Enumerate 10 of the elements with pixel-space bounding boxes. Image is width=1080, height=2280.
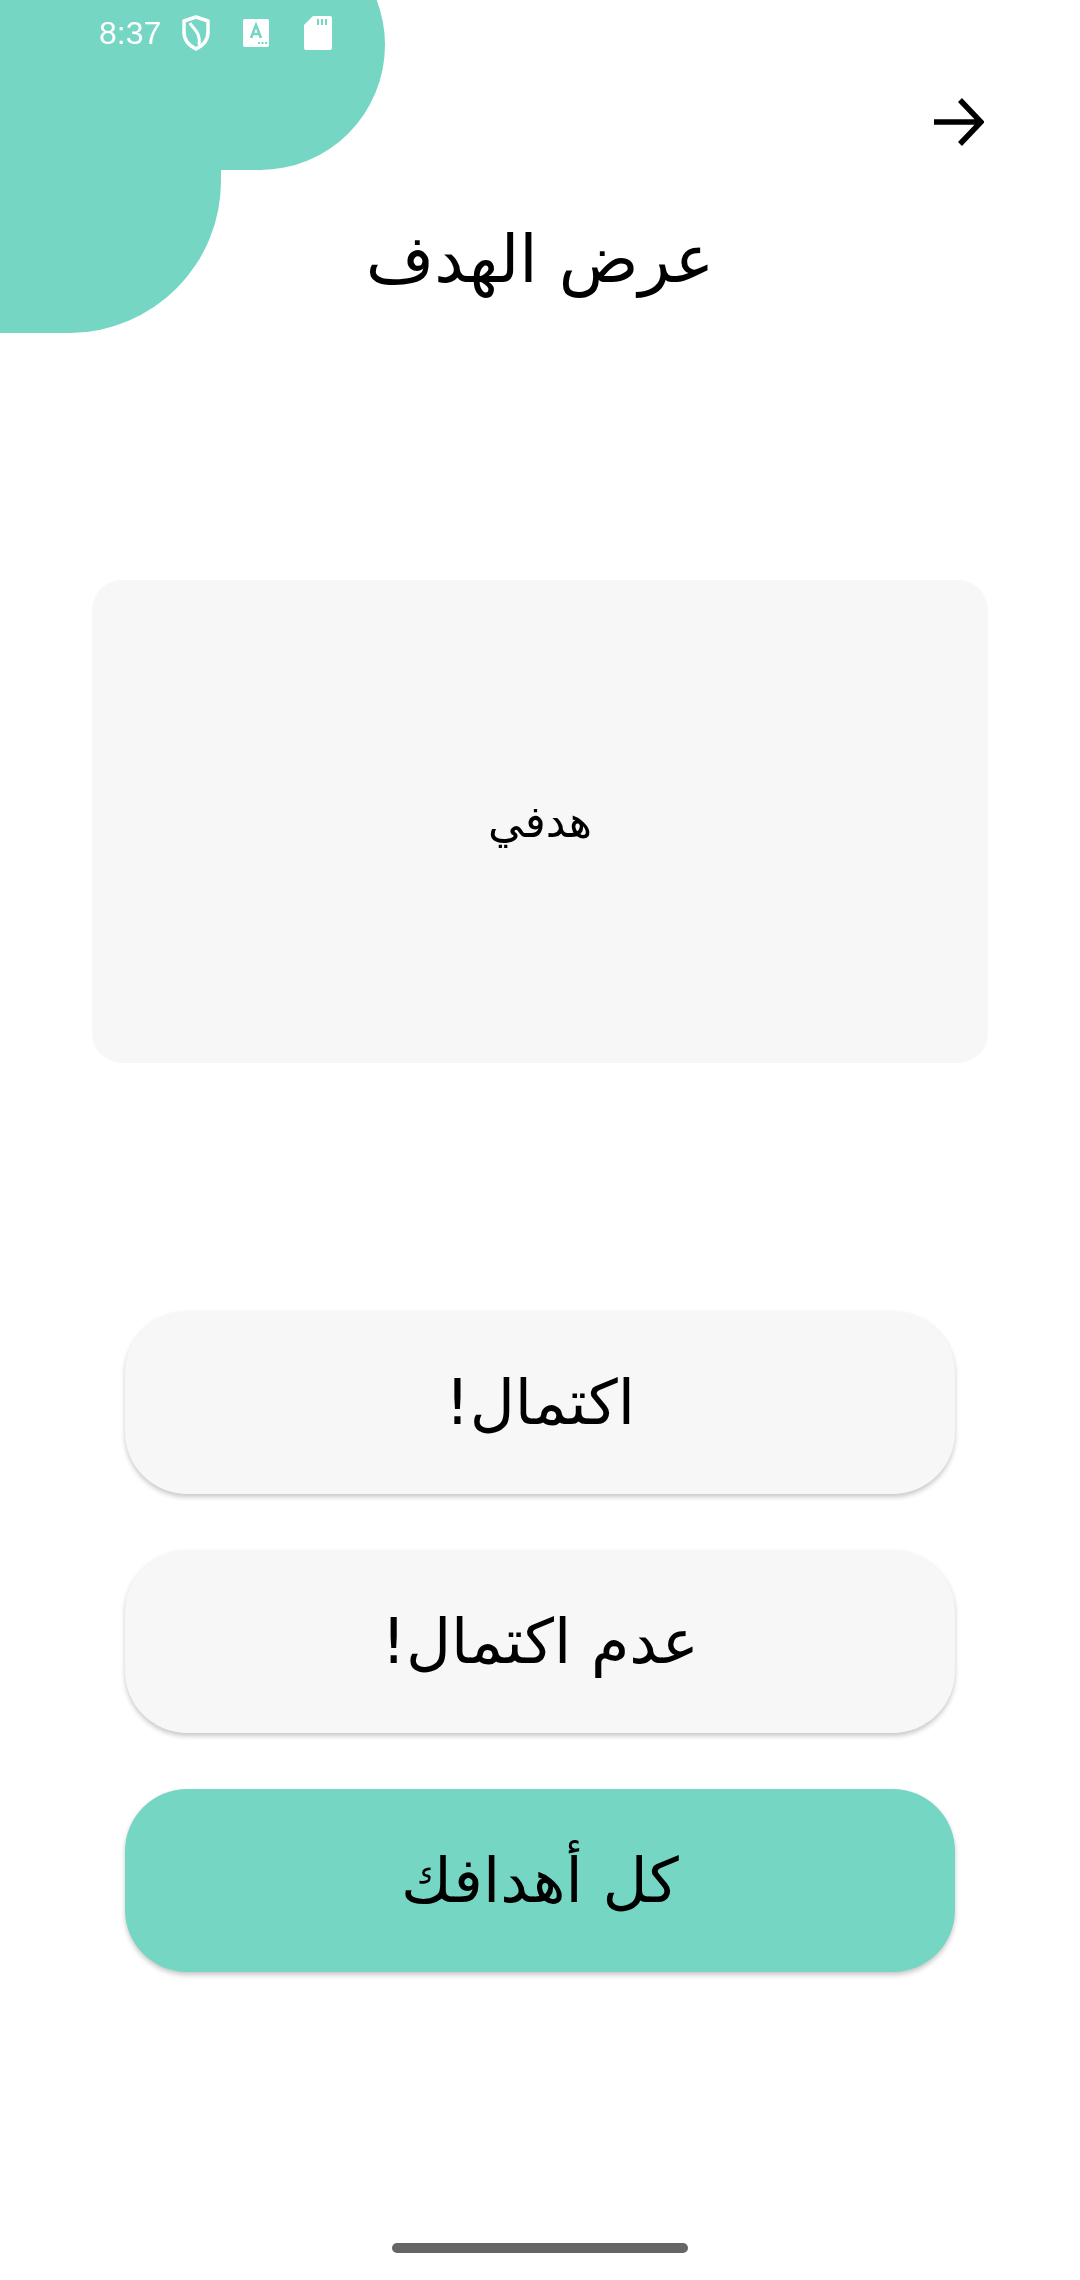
action-button[interactable]: عدم اكتمال!: [125, 1550, 955, 1733]
action-button[interactable]: كل أهدافك: [125, 1789, 955, 1972]
status-time: 8:37: [99, 14, 162, 52]
sd-card-icon: [304, 16, 333, 50]
goal-text: هدفي: [488, 796, 592, 847]
forward-arrow-icon[interactable]: [932, 96, 984, 148]
page-title: عرض الهدف: [365, 220, 715, 300]
keyboard-letter-icon: [243, 19, 270, 47]
action-button[interactable]: اكتمال!: [125, 1311, 955, 1494]
shield-icon: [181, 15, 212, 51]
